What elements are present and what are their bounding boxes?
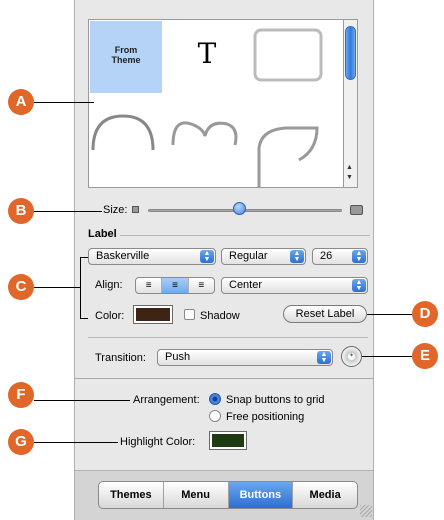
reset-label-button[interactable]: Reset Label bbox=[283, 305, 367, 323]
shadow-checkbox[interactable] bbox=[184, 309, 195, 320]
free-positioning-label: Free positioning bbox=[226, 411, 305, 423]
label-divider bbox=[120, 235, 370, 236]
snap-to-grid-label: Snap buttons to grid bbox=[226, 394, 325, 406]
resize-grip-icon[interactable] bbox=[360, 505, 372, 517]
align-right-icon[interactable]: ≡ bbox=[189, 278, 214, 293]
highlight-color-well[interactable] bbox=[209, 431, 247, 450]
large-size-icon bbox=[350, 205, 363, 215]
callout-g: G bbox=[8, 429, 34, 455]
style-value: Regular bbox=[229, 250, 268, 262]
align-popup[interactable]: Center ▲ ▼ bbox=[221, 277, 368, 294]
shadow-label: Shadow bbox=[200, 310, 240, 322]
highlight-color-fill bbox=[212, 434, 244, 447]
transition-popup-arrows-icon: ▲ ▼ bbox=[317, 351, 331, 364]
size-label: Size: bbox=[103, 204, 128, 216]
transition-label: Transition: bbox=[95, 352, 146, 364]
grid-scrollbar[interactable]: ▲ ▼ bbox=[344, 19, 358, 188]
style-popup[interactable]: Regular ▲ ▼ bbox=[221, 248, 306, 265]
font-size-popup-arrows-icon: ▲ ▼ bbox=[352, 250, 366, 263]
align-popup-value: Center bbox=[229, 279, 263, 291]
align-popup-arrows-icon: ▲ ▼ bbox=[352, 279, 366, 292]
font-size-popup[interactable]: 26 ▲ ▼ bbox=[312, 248, 368, 265]
align-center-icon[interactable]: ≡ bbox=[162, 278, 189, 293]
arrangement-label: Arrangement: bbox=[133, 394, 200, 406]
callout-b-line bbox=[34, 211, 102, 212]
callout-c-bracket bbox=[80, 257, 81, 319]
arch-shape[interactable] bbox=[91, 114, 155, 151]
heart-shape[interactable] bbox=[171, 121, 238, 146]
inspector-tabs[interactable]: Themes Menu Buttons Media bbox=[98, 481, 358, 509]
align-label: Align: bbox=[95, 279, 123, 291]
callout-f: F bbox=[8, 382, 34, 408]
rounded-rect-shape[interactable] bbox=[253, 28, 323, 82]
size-slider-thumb[interactable] bbox=[233, 202, 246, 215]
highlight-color-label: Highlight Color: bbox=[120, 436, 196, 448]
color-label: Color: bbox=[95, 310, 125, 322]
snap-to-grid-radio[interactable] bbox=[209, 393, 221, 405]
callout-f-line bbox=[34, 400, 130, 401]
transition-value: Push bbox=[165, 351, 191, 363]
label-heading: Label bbox=[88, 228, 117, 240]
free-positioning-radio[interactable] bbox=[209, 410, 221, 422]
arrangement-divider bbox=[75, 378, 373, 379]
callout-a: A bbox=[8, 89, 34, 115]
scroll-thumb[interactable] bbox=[345, 26, 356, 80]
callout-e: E bbox=[412, 343, 438, 369]
font-popup-arrows-icon: ▲ ▼ bbox=[200, 250, 214, 263]
callout-b: B bbox=[8, 198, 34, 224]
tab-buttons[interactable]: Buttons bbox=[228, 482, 294, 508]
transition-direction-icon[interactable]: ✦ bbox=[341, 346, 362, 367]
section-divider bbox=[88, 337, 368, 338]
tab-themes[interactable]: Themes bbox=[99, 482, 164, 508]
transition-popup[interactable]: Push ▲ ▼ bbox=[157, 349, 333, 366]
align-segmented-control[interactable]: ≡ ≡ ≡ bbox=[135, 277, 215, 294]
callout-d: D bbox=[412, 301, 438, 327]
label-color-well[interactable] bbox=[133, 305, 173, 324]
tab-menu[interactable]: Menu bbox=[164, 482, 229, 508]
font-value: Baskerville bbox=[96, 250, 150, 262]
callout-c-bracket-top bbox=[80, 257, 88, 258]
scroll-down-icon[interactable]: ▼ bbox=[346, 174, 353, 181]
callout-e-line bbox=[362, 356, 412, 357]
leaf-shape[interactable] bbox=[257, 126, 319, 188]
callout-c-line bbox=[34, 287, 80, 288]
align-left-icon[interactable]: ≡ bbox=[136, 278, 163, 293]
style-popup-arrows-icon: ▲ ▼ bbox=[290, 250, 304, 263]
callout-a-line bbox=[34, 102, 94, 103]
button-style-grid[interactable]: From Theme T bbox=[88, 19, 344, 188]
tab-media[interactable]: Media bbox=[293, 482, 357, 508]
font-size-value: 26 bbox=[320, 250, 333, 262]
label-color-fill bbox=[136, 308, 170, 321]
small-size-icon bbox=[132, 206, 139, 213]
scroll-up-icon[interactable]: ▲ bbox=[346, 164, 353, 171]
callout-c-bracket-bottom bbox=[80, 318, 88, 319]
callout-d-line bbox=[367, 314, 412, 315]
callout-g-line bbox=[34, 442, 118, 443]
callout-c: C bbox=[8, 274, 34, 300]
font-popup[interactable]: Baskerville ▲ ▼ bbox=[88, 248, 216, 265]
button-shapes bbox=[91, 28, 323, 188]
